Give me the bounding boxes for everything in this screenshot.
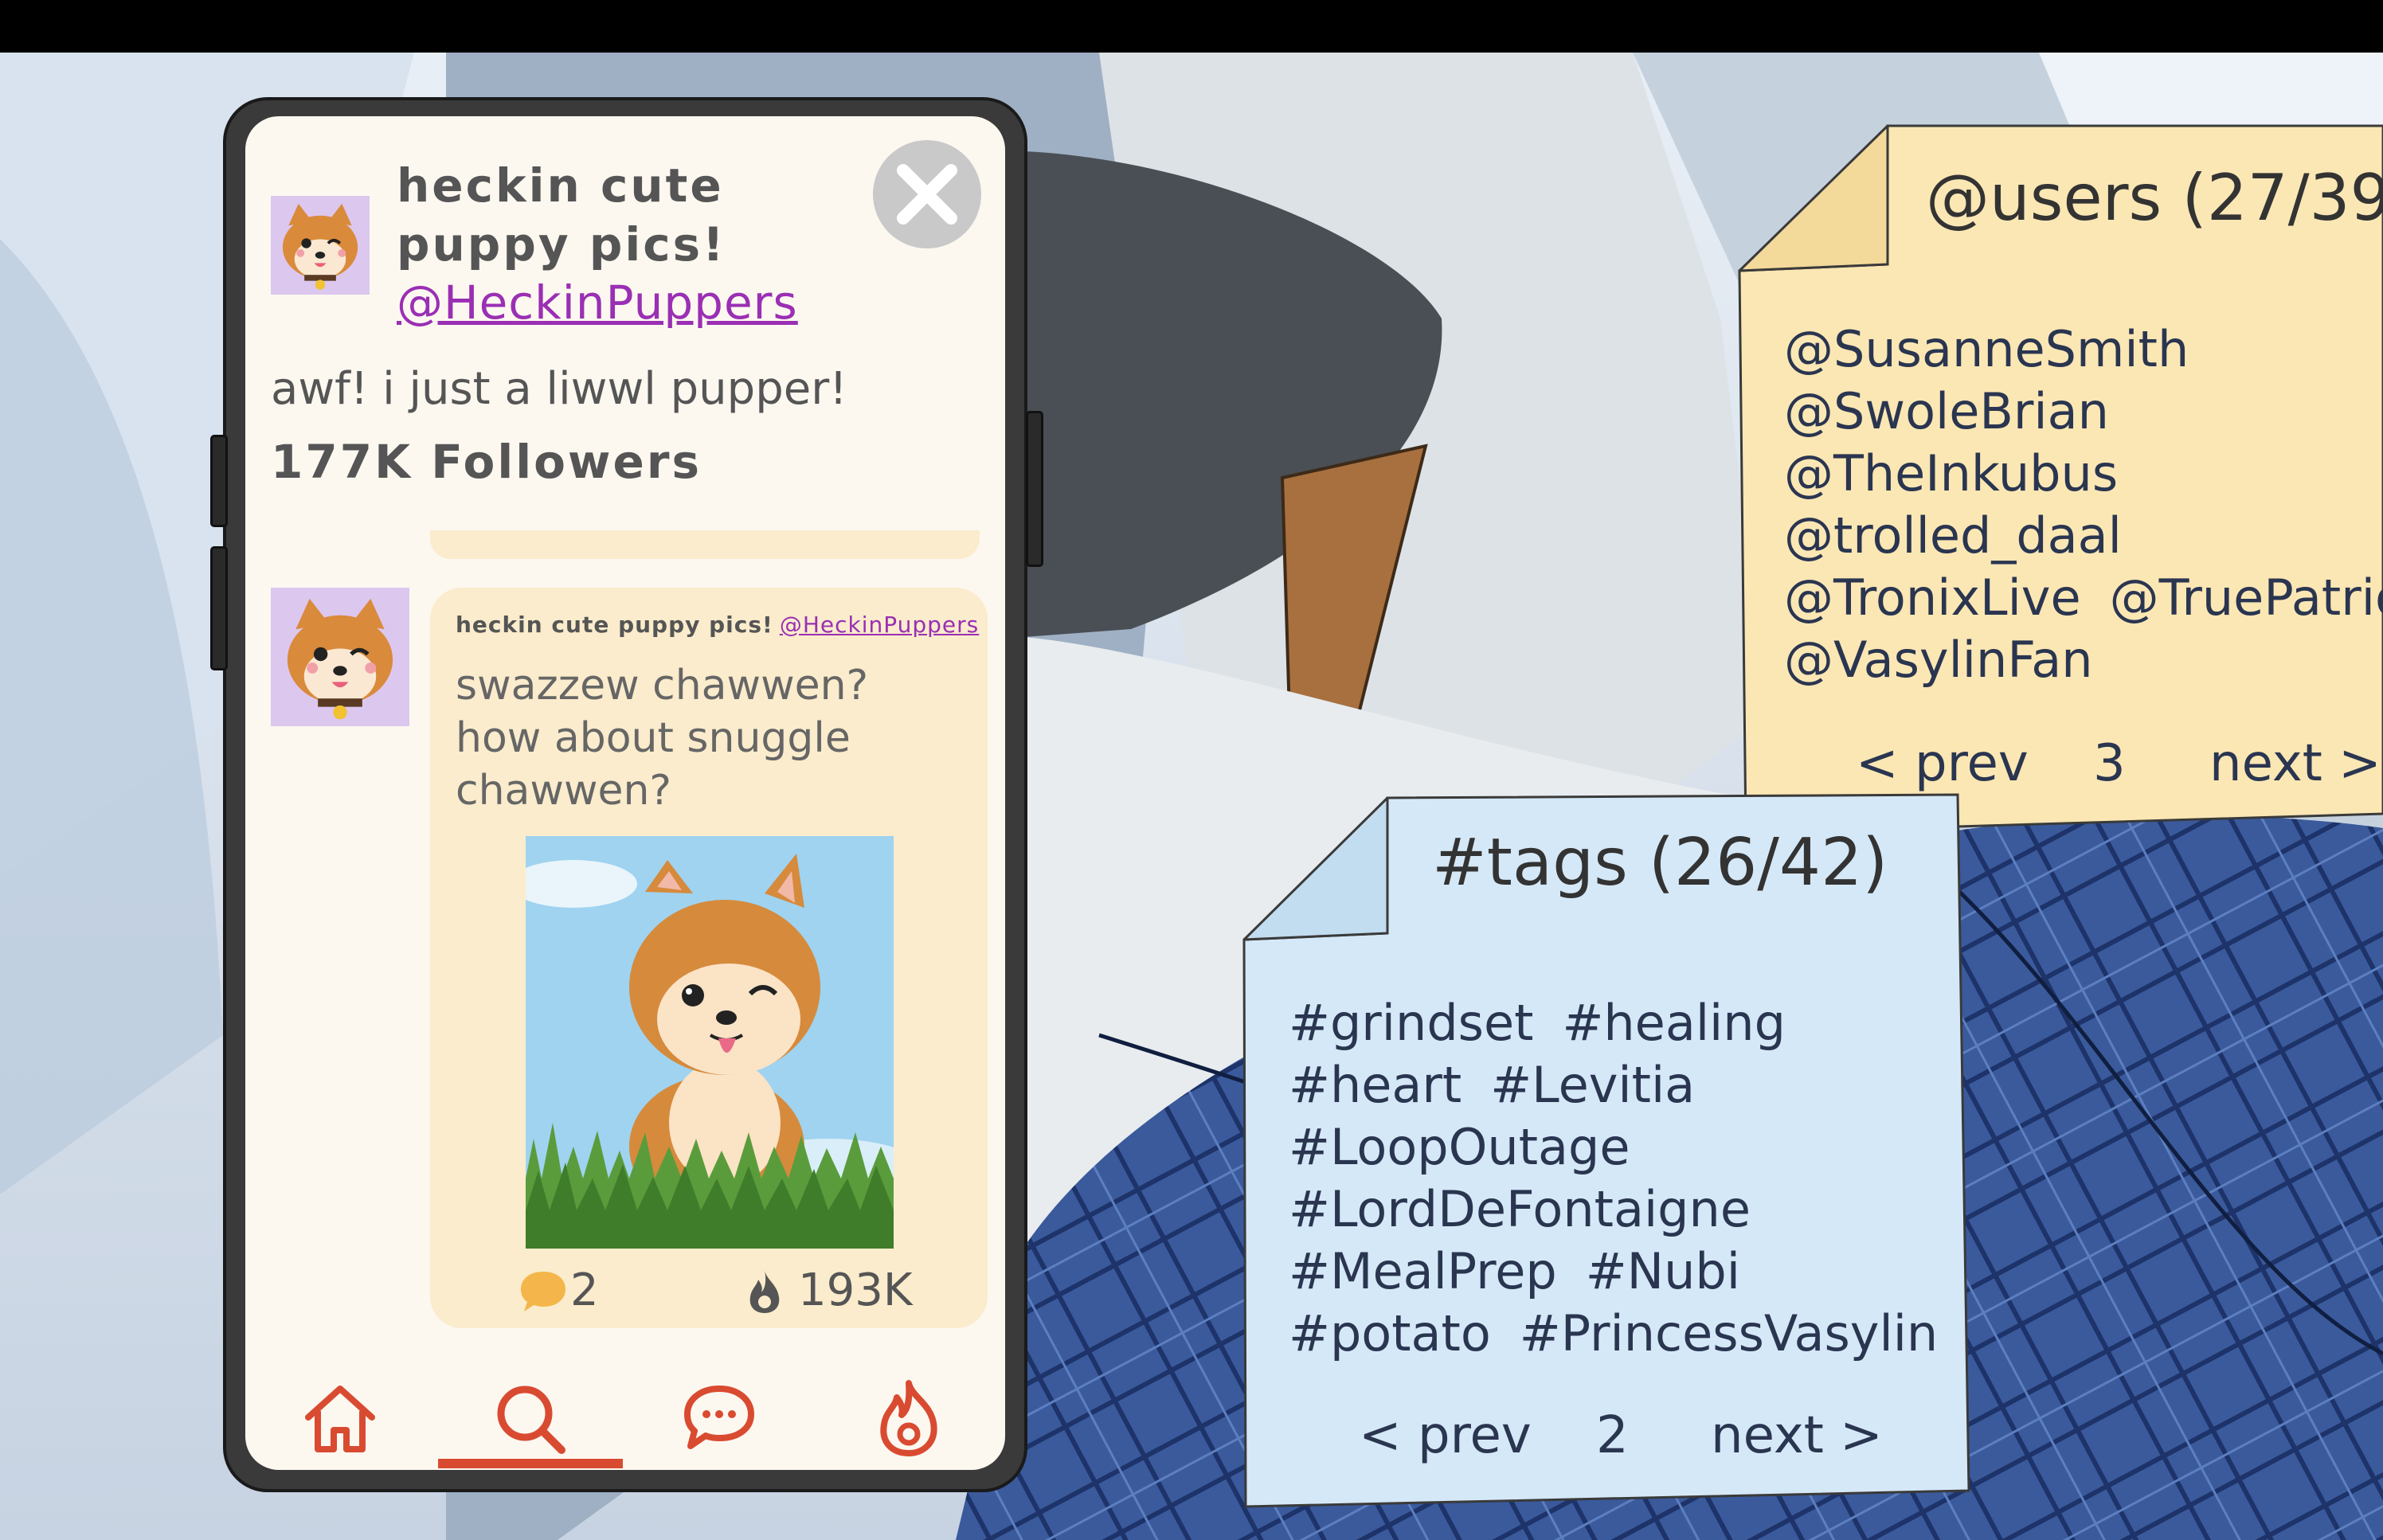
users-page-number: 3 [2093, 734, 2126, 793]
post-author-name: heckin cute puppy pics! [456, 612, 773, 638]
users-note-title: @users (27/39) [1926, 161, 2383, 235]
tag-row: #heart #Levitia [1289, 1054, 1966, 1116]
tags-pager: < prev 2 next > [1242, 1406, 1975, 1470]
user-entry[interactable]: @SwoleBrian [1784, 382, 2109, 440]
bottom-nav [245, 1366, 1005, 1470]
tags-prev-button[interactable]: < prev [1359, 1406, 1532, 1465]
post-image[interactable] [526, 836, 894, 1249]
tag-entry[interactable]: #heart [1289, 1056, 1461, 1114]
user-entry[interactable]: @SusanneSmith [1784, 320, 2189, 378]
tag-entry[interactable]: #PrincessVasylin [1520, 1304, 1938, 1362]
tag-entry[interactable]: #Nubi [1586, 1242, 1740, 1300]
tag-row: #LordDeFontaigne [1289, 1178, 1966, 1241]
tags-list: #grindset #healing #heart #Levitia #LoopOuta… [1289, 992, 1966, 1365]
users-list: @SusanneSmith @SwoleBrian @TheInkubus @trol… [1784, 319, 2383, 691]
flame-icon [749, 1269, 780, 1313]
flame-icon [880, 1380, 937, 1456]
comment-bubble-icon [521, 1271, 565, 1311]
phone-side-button [210, 546, 228, 670]
nav-active-indicator [438, 1459, 623, 1468]
profile-handle-link[interactable]: @HeckinPuppers [397, 276, 798, 330]
tags-note: #tags (26/42) #grindset #healing #heart #Le… [1242, 793, 1975, 1510]
tag-row: #LoopOutage [1289, 1116, 1966, 1178]
users-pager: < prev 3 next > [1738, 734, 2383, 798]
profile-bio: awf! i just a liwwl pupper! [271, 363, 847, 415]
search-icon [497, 1386, 565, 1454]
users-next-button[interactable]: next > [2209, 734, 2381, 793]
nav-search[interactable] [435, 1366, 624, 1470]
nav-home[interactable] [245, 1366, 435, 1470]
previous-post-card-edge [430, 530, 980, 559]
user-entry[interactable]: @trolled_daal [1784, 506, 2122, 565]
phone-side-button [210, 435, 228, 527]
corgi-illustration [526, 836, 894, 1249]
tag-row: #grindset #healing [1289, 992, 1966, 1054]
tags-next-button[interactable]: next > [1711, 1406, 1883, 1465]
comment-count-value: 2 [570, 1264, 599, 1316]
user-row: @TheInkubus [1784, 443, 2383, 505]
like-count[interactable]: 193K [742, 1264, 913, 1316]
users-note: @users (27/39) @SusanneSmith @SwoleBrian @… [1738, 124, 2383, 833]
tag-entry[interactable]: #LordDeFontaigne [1289, 1180, 1751, 1238]
phone-device: heckin cute puppy pics! @HeckinPuppers a… [210, 97, 1043, 1492]
users-prev-button[interactable]: < prev [1856, 734, 2029, 793]
close-icon [897, 164, 957, 225]
post-author-avatar[interactable] [271, 588, 409, 726]
home-icon [305, 1386, 375, 1452]
user-row: @trolled_daal [1784, 505, 2383, 567]
phone-side-button [1026, 411, 1043, 567]
post-author-handle-link[interactable]: @HeckinPuppers [780, 612, 979, 638]
user-row: @TronixLive @TruePatriot [1784, 567, 2383, 629]
top-letterbox [0, 0, 2383, 53]
user-entry[interactable]: @TronixLive [1784, 569, 2081, 627]
tags-note-title: #tags (26/42) [1432, 825, 1888, 901]
user-entry[interactable]: @VasylinFan [1784, 631, 2093, 689]
post-text: swazzew chawwen? how about snuggle chaww… [456, 662, 869, 815]
tag-entry[interactable]: #grindset [1289, 994, 1533, 1052]
like-count-value: 193K [798, 1264, 913, 1316]
tag-entry[interactable]: #Levitia [1490, 1056, 1695, 1114]
user-row: @SwoleBrian [1784, 381, 2383, 443]
tag-entry[interactable]: #potato [1289, 1304, 1491, 1362]
post-author: heckin cute puppy pics! @HeckinPuppers [456, 612, 979, 638]
user-row: @VasylinFan [1784, 629, 2383, 691]
tag-entry[interactable]: #MealPrep [1289, 1242, 1557, 1300]
shiba-avatar-icon [271, 196, 370, 295]
game-scene: heckin cute puppy pics! @HeckinPuppers a… [0, 0, 2383, 1540]
user-row: @SusanneSmith [1784, 319, 2383, 381]
chat-bubble-icon [684, 1386, 754, 1449]
nav-trending[interactable] [814, 1366, 1004, 1470]
user-entry[interactable]: @TruePatriot [2110, 569, 2383, 627]
tag-entry[interactable]: #LoopOutage [1289, 1118, 1630, 1176]
profile-avatar[interactable] [271, 196, 370, 295]
profile-followers: 177K Followers [271, 435, 702, 489]
post-card[interactable]: heckin cute puppy pics! @HeckinPuppers sw… [430, 588, 988, 1328]
tag-row: #potato #PrincessVasylin [1289, 1303, 1966, 1365]
tag-entry[interactable]: #healing [1562, 994, 1785, 1052]
shiba-avatar-icon [271, 588, 409, 726]
close-button[interactable] [873, 140, 981, 248]
post-stats: 2 193K [430, 1264, 988, 1320]
comment-count[interactable]: 2 [518, 1264, 599, 1316]
phone-screen: heckin cute puppy pics! @HeckinPuppers a… [245, 116, 1005, 1470]
user-entry[interactable]: @TheInkubus [1784, 444, 2118, 502]
tags-page-number: 2 [1596, 1406, 1629, 1465]
profile-name: heckin cute puppy pics! [397, 158, 726, 272]
tag-row: #MealPrep #Nubi [1289, 1241, 1966, 1303]
nav-messages[interactable] [624, 1366, 814, 1470]
